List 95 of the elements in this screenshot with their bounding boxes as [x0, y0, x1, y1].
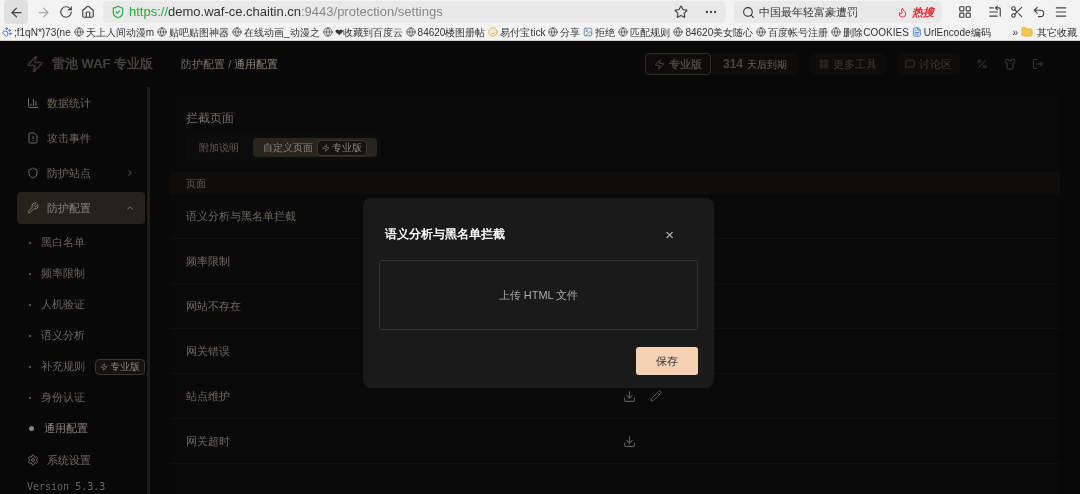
tab[interactable]: 自定义页面 专业版	[253, 138, 377, 157]
url-text: https://demo.waf-ce.chaitin.cn:9443/protection/settings	[129, 3, 443, 22]
sidebar-subitem[interactable]: 黑白名单	[17, 227, 145, 258]
folder-icon	[1021, 26, 1033, 38]
upload-area[interactable]: 上传 HTML 文件	[379, 260, 698, 330]
overflow-chevron[interactable]: »	[1012, 24, 1018, 40]
bookmark-icon	[157, 27, 168, 37]
version-text: Version 5.3.3	[27, 480, 107, 494]
table-cell-text: 网关超时	[186, 433, 231, 449]
sidebar-subitem[interactable]: 频率限制	[17, 258, 145, 289]
pro-badge: 专业版	[317, 139, 367, 156]
close-button[interactable]: ×	[665, 226, 674, 242]
search-box[interactable]: 中国最年轻富豪遭罚 热搜	[734, 1, 942, 23]
bookmark-icon	[488, 27, 499, 37]
flame-icon	[897, 6, 908, 18]
bookmark-icon	[756, 27, 767, 37]
menu-icon[interactable]	[1054, 5, 1068, 19]
sidebar-icon	[27, 454, 39, 466]
lightning-icon	[322, 143, 330, 152]
home-icon[interactable]	[81, 5, 95, 19]
bookmark-icon	[548, 27, 559, 37]
bookmark-link[interactable]: 分享	[548, 24, 581, 40]
chevron-up-icon	[125, 203, 135, 213]
table-cell-text: 网站不存在	[186, 298, 242, 314]
sidebar-icon	[27, 97, 39, 109]
bookmark-icon	[232, 27, 243, 37]
chevron-right-icon	[125, 168, 135, 178]
grid-icon[interactable]	[958, 5, 972, 19]
reload-icon[interactable]	[59, 5, 73, 19]
bookmark-link[interactable]: 百度帐号注册	[756, 24, 829, 40]
sidebar-item[interactable]: 防护站点	[17, 157, 145, 189]
bookmark-link[interactable]: 在线动画_动漫之	[232, 24, 320, 40]
shield-icon	[111, 5, 125, 19]
sidebar-icon	[27, 132, 39, 144]
sidebar-item[interactable]: 系统设置	[17, 444, 145, 476]
bookmark-icon	[322, 27, 333, 37]
bookmark-link[interactable]: 贴吧贴图神器	[157, 24, 230, 40]
star-icon[interactable]	[674, 5, 688, 19]
brand-name: 雷池 WAF 专业版	[52, 55, 154, 74]
bookmark-icon	[73, 27, 84, 37]
table-header: 页面	[170, 172, 1060, 194]
bookmark-icon	[673, 27, 684, 37]
bookmark-icon	[583, 27, 594, 37]
edit-icon[interactable]	[650, 390, 662, 402]
bookmark-icon	[618, 27, 629, 37]
sidebar-subitem[interactable]: 人机验证	[17, 289, 145, 320]
back-button[interactable]	[4, 0, 28, 24]
section-title: 拦截页面	[186, 110, 235, 127]
sidebar-subitem[interactable]: 身份认证	[17, 382, 145, 413]
sidebar-subitem[interactable]: 通用配置	[17, 413, 145, 444]
table-cell-text: 站点维护	[186, 388, 231, 404]
bookmark-link[interactable]: 删除COOKIES	[831, 24, 909, 40]
bookmark-link[interactable]: 天上人间动漫m	[73, 24, 155, 40]
save-button[interactable]: 保存	[636, 347, 698, 375]
bookmark-link[interactable]: 84620美女随心	[673, 24, 754, 40]
modal-title: 语义分析与黑名单拦截	[385, 226, 505, 243]
hot-label: 热搜	[912, 4, 934, 20]
bookmark-icon	[405, 27, 416, 37]
bookmark-link[interactable]: ❤收藏到百度云	[322, 24, 403, 40]
sidebar-subitem[interactable]: 语义分析	[17, 320, 145, 351]
download-icon[interactable]	[623, 389, 636, 403]
breadcrumb: 防护配置 / 通用配置	[181, 56, 279, 72]
bookmark-folder[interactable]: 其它收藏	[1021, 24, 1077, 40]
expiry-text: 天后到期	[747, 57, 787, 72]
table-cell-text: 语义分析与黑名单拦截	[186, 208, 297, 224]
search-text: 中国最年轻富豪遭罚	[759, 4, 858, 20]
bookmark-link[interactable]: 拒绝	[583, 24, 616, 40]
tool-icon	[905, 59, 915, 69]
address-bar[interactable]: https://demo.waf-ce.chaitin.cn:9443/protection/settings	[103, 1, 726, 23]
bookmark-link[interactable]: ;f1qN*)73(ne	[2, 24, 71, 40]
sidebar-subitem[interactable]: 补充规则 专业版	[17, 351, 145, 382]
sidebar-item[interactable]: 数据统计	[17, 87, 145, 119]
bookmark-icon	[2, 27, 12, 37]
lightning-icon	[653, 58, 665, 70]
bookmark-link[interactable]: 易付宝tick	[488, 24, 546, 40]
lightning-icon	[100, 362, 108, 371]
sidebar-icon	[27, 202, 39, 214]
pro-badge: 专业版	[95, 358, 145, 375]
bookmark-icon	[831, 27, 842, 37]
search-icon	[742, 5, 755, 19]
table-cell-text: 频率限制	[186, 253, 231, 269]
table-cell-text: 网关错误	[186, 343, 231, 359]
scissors-icon[interactable]	[1010, 5, 1024, 19]
sidebar-icon	[27, 167, 39, 179]
bookmark-link[interactable]: 84620楼图册帖	[405, 24, 486, 40]
days-count: 314	[722, 56, 743, 73]
bookmark-link[interactable]: 匹配规则	[618, 24, 671, 40]
undo-icon[interactable]	[1032, 5, 1046, 19]
sidebar-item[interactable]: 攻击事件	[17, 122, 145, 154]
download-icon[interactable]	[623, 434, 636, 448]
tool-icon	[819, 59, 829, 69]
bookmark-link[interactable]: UrlEncode编码	[911, 24, 991, 40]
sidebar-item[interactable]: 防护配置	[17, 192, 145, 224]
bookmark-icon	[911, 27, 922, 37]
brand-logo-icon	[26, 55, 44, 73]
